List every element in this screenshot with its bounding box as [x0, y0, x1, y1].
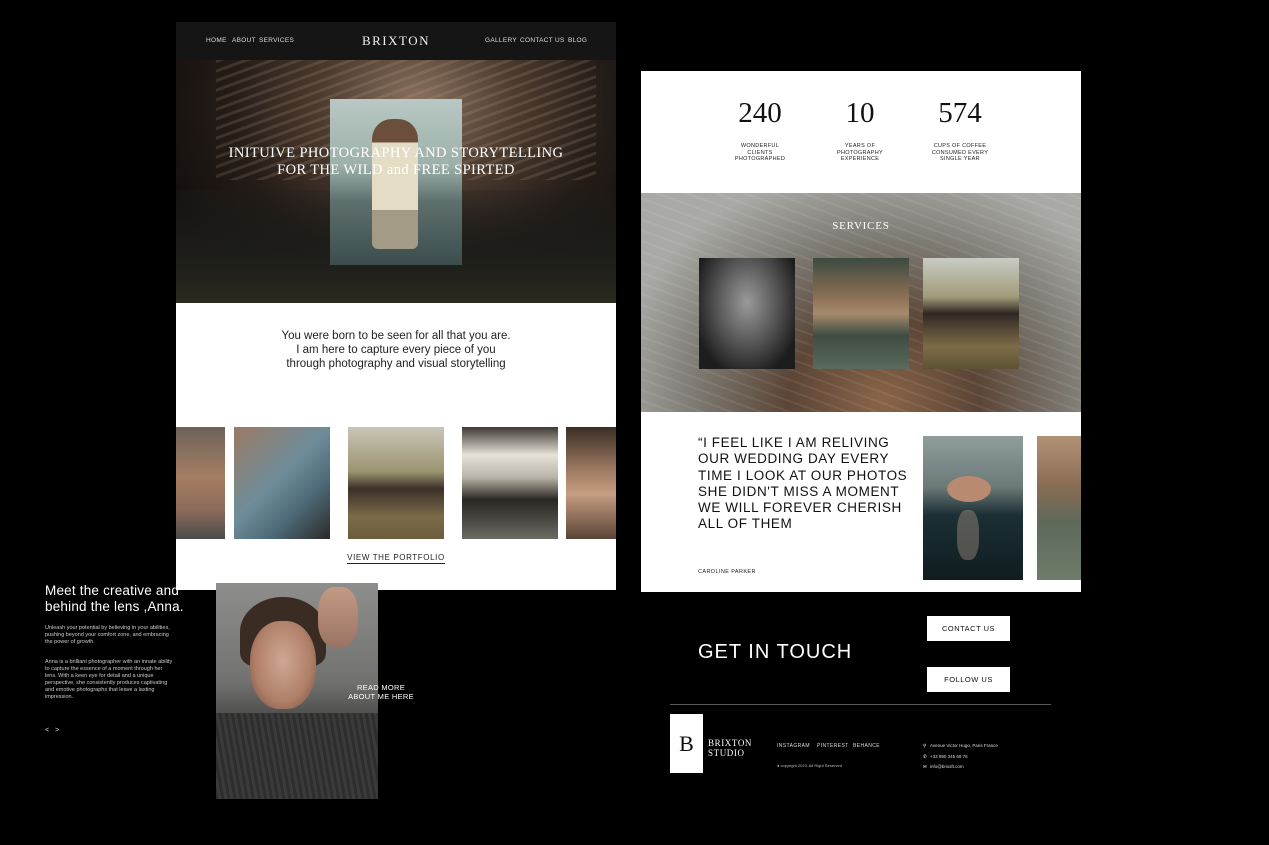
nav-gallery-link[interactable]: GALLERY	[485, 37, 517, 44]
mail-icon: ✉	[923, 764, 927, 769]
follow-us-button[interactable]: FOLLOW US	[927, 667, 1010, 692]
stat-label: CUPS OF COFFEE CONSUMED EVERY SINGLE YEA…	[931, 143, 989, 162]
testimonial-quote: “I FEEL LIKE I AM RELIVING OUR WEDDING D…	[698, 435, 908, 532]
about-paragraph-2: Anna is a brilliant photographer with an…	[45, 659, 173, 700]
copyright-label: copyright 2023. All Right Reserved	[780, 763, 842, 768]
hero-title: INITUIVE PHOTOGRAPHY AND STORYTELLING FO…	[176, 145, 616, 179]
footer-divider	[670, 704, 1051, 705]
testimonial-photo	[923, 436, 1023, 580]
footer-address: ⚲ Avenue Victor Hugo, Paris France	[923, 743, 998, 749]
service-card-portrait[interactable]	[699, 258, 795, 369]
stat-clients: 240 WONDERFUL CLIENTS PHOTOGRAPHED	[720, 97, 800, 163]
intro-section: You were born to be seen for all that yo…	[176, 303, 616, 590]
swimmer-figure	[947, 476, 991, 502]
location-pin-icon: ⚲	[923, 743, 927, 748]
stat-years: 10 YEARS OF PHOTOGRAPHY EXPERIENCE	[820, 97, 900, 163]
copyright-text: ● copyright 2023. All Right Reserved	[777, 763, 842, 768]
hero-title-line2: FOR THE WILD and FREE SPIRTED	[277, 162, 515, 178]
footer-logo[interactable]: B	[670, 714, 703, 773]
about-carousel-arrows: <>	[45, 727, 205, 734]
hero-model-figure	[372, 119, 418, 249]
service-card-field[interactable]	[923, 258, 1019, 369]
get-in-touch-heading: GET IN TOUCH	[698, 641, 853, 663]
right-page: 240 WONDERFUL CLIENTS PHOTOGRAPHED 10 YE…	[641, 71, 1081, 771]
about-section: Meet the creative and behind the lens ,A…	[45, 583, 205, 734]
read-more-line1[interactable]: READ MORE	[333, 683, 429, 692]
testimonial-photo	[1037, 436, 1081, 580]
contact-us-button[interactable]: CONTACT US	[927, 616, 1010, 641]
portrait-sweater	[216, 713, 378, 799]
stat-label: YEARS OF PHOTOGRAPHY EXPERIENCE	[837, 143, 883, 162]
nav-blog-link[interactable]: BLOG	[568, 37, 587, 44]
next-arrow-icon[interactable]: >	[55, 727, 65, 734]
service-card-water[interactable]	[813, 258, 909, 369]
portfolio-photo[interactable]	[566, 427, 616, 539]
top-navigation: HOME ABOUT SERVICES BRIXTON GALLERY CONT…	[176, 22, 616, 60]
testimonial-author: CAROLINE PARKER	[698, 569, 756, 575]
portfolio-photo[interactable]	[234, 427, 330, 539]
instagram-link[interactable]: INSTAGRAM	[777, 743, 810, 749]
stat-value: 574	[938, 97, 982, 129]
stat-coffee: 574 CUPS OF COFFEE CONSUMED EVERY SINGLE…	[920, 97, 1000, 163]
hero-section: INITUIVE PHOTOGRAPHY AND STORYTELLING FO…	[176, 60, 616, 303]
stat-value: 10	[845, 97, 875, 129]
footer-phone[interactable]: ✆ +33 990 345 69 76	[923, 754, 968, 760]
portfolio-strip	[176, 427, 616, 539]
about-heading-line1: Meet the creative and	[45, 583, 180, 598]
portrait-hand	[318, 587, 358, 647]
about-heading-line2: behind the lens ,Anna.	[45, 599, 184, 614]
hero-inset-photo	[330, 99, 462, 265]
hero-title-line1: INITUIVE PHOTOGRAPHY AND STORYTELLING	[228, 145, 564, 161]
phone-text[interactable]: +33 990 345 69 76	[930, 754, 968, 759]
studio-line1: BRIXTON	[708, 738, 753, 748]
view-portfolio-label[interactable]: VIEW THE PORTFOLIO	[347, 553, 445, 564]
intro-text: You were born to be seen for all that yo…	[281, 330, 511, 370]
stat-label: WONDERFUL CLIENTS PHOTOGRAPHED	[734, 143, 786, 162]
testimonial-section: “I FEEL LIKE I AM RELIVING OUR WEDDING D…	[641, 412, 1081, 592]
about-paragraph-1: Unleash your potential by believing in y…	[45, 625, 170, 645]
stat-value: 240	[738, 97, 782, 129]
nav-contact-link[interactable]: CONTACT US	[520, 37, 565, 44]
swimmer-reflection	[957, 510, 979, 560]
view-portfolio-link[interactable]: VIEW THE PORTFOLIO	[176, 553, 616, 564]
services-title: SERVICES	[832, 220, 890, 232]
portfolio-photo[interactable]	[176, 427, 225, 539]
email-text[interactable]: info@brixsft.com	[930, 764, 964, 769]
read-more-link[interactable]: READ MORE ABOUT ME HERE	[333, 683, 429, 701]
address-text: Avenue Victor Hugo, Paris France	[930, 743, 998, 748]
about-heading: Meet the creative and behind the lens ,A…	[45, 583, 205, 615]
portrait-face	[250, 621, 316, 709]
portfolio-photo[interactable]	[462, 427, 558, 539]
phone-icon: ✆	[923, 754, 927, 759]
read-more-line2[interactable]: ABOUT ME HERE	[333, 692, 429, 701]
pinterest-link[interactable]: PINTEREST	[817, 743, 849, 749]
studio-line2: STUDIO	[708, 748, 745, 758]
portfolio-photo[interactable]	[348, 427, 444, 539]
prev-arrow-icon[interactable]: <	[45, 727, 55, 734]
behance-link[interactable]: BEHANCE	[853, 743, 880, 749]
copyright-icon: ●	[777, 763, 780, 768]
stats-section: 240 WONDERFUL CLIENTS PHOTOGRAPHED 10 YE…	[641, 71, 1081, 193]
services-section: SERVICES	[641, 193, 1081, 412]
footer-studio-name: BRIXTON STUDIO	[708, 738, 752, 758]
footer-email[interactable]: ✉ info@brixsft.com	[923, 764, 964, 770]
